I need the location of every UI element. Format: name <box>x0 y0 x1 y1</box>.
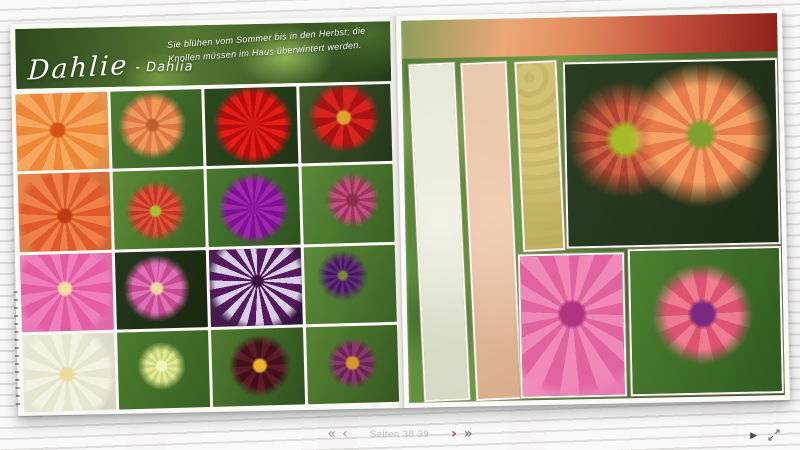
photo-peach-dahlia-garden <box>110 89 204 169</box>
nav-next-page-button[interactable]: › <box>451 427 457 441</box>
photo-grid <box>15 84 399 412</box>
nav-last-page-button[interactable]: » <box>464 427 473 441</box>
garden-background-photo <box>401 13 785 403</box>
page-indicator: Seiten 38 39 <box>370 429 429 440</box>
photo-red-pompom-dahlia <box>112 169 206 249</box>
strip-peach-flower <box>460 61 522 401</box>
photo-pink-pointed-dahlia <box>114 250 208 330</box>
book-title: Dahlie <box>27 50 129 87</box>
photo-pink-dahlia-bud-purple-center <box>630 248 782 394</box>
nav-previous-page-button[interactable]: ‹ <box>342 427 348 441</box>
page-navigation: « ‹ Seiten 38 39 › » <box>0 426 800 442</box>
photo-dark-purple-white-tip-dahlia <box>209 247 303 327</box>
photo-two-orange-dahlias <box>565 60 779 246</box>
photo-purple-cactus-dahlia <box>207 167 301 247</box>
photo-orange-red-dahlia-closeup <box>18 172 112 252</box>
photo-pink-dahlia-bud <box>628 246 784 396</box>
nav-first-page-button[interactable]: « <box>328 427 337 441</box>
photo-pink-dahlia-macro <box>520 254 625 396</box>
photobook-spread: Dahlie- Dahlia Sie blühen vom Sommer bis… <box>10 8 790 416</box>
photo-maroon-collarette-dahlia <box>211 327 305 407</box>
photo-yellow-green-dahlia-bud <box>117 330 211 410</box>
viewer-controls: ▶ <box>750 429 780 441</box>
photo-red-star-dahlia <box>299 84 393 164</box>
photo-two-orange-dahlias <box>563 58 781 248</box>
strip-yellow-pompom <box>514 60 565 252</box>
photo-purple-gold-opening-bud <box>305 325 399 405</box>
photo-purple-dahlia-bud <box>303 244 397 324</box>
play-slideshow-button[interactable]: ▶ <box>750 429 757 441</box>
page-edge-texture <box>14 291 20 406</box>
page-header: Dahlie- Dahlia Sie blühen vom Sommer bis… <box>15 21 391 89</box>
photo-pink-red-dahlia-bud <box>301 164 395 244</box>
photo-pink-dahlia-closeup <box>20 252 114 332</box>
photo-white-dahlia-closeup <box>22 332 116 412</box>
left-page[interactable]: Dahlie- Dahlia Sie blühen vom Sommer bis… <box>10 16 404 416</box>
intro-text: Sie blühen vom Sommer bis in den Herbst;… <box>167 24 367 67</box>
strip-white-flower <box>408 62 470 402</box>
banner-orange-red-flowers <box>401 13 778 59</box>
right-page[interactable] <box>396 8 790 408</box>
fullscreen-icon[interactable] <box>768 429 780 441</box>
photo-red-cactus-dahlia <box>204 87 298 167</box>
photo-orange-dahlia-closeup <box>15 92 109 172</box>
photo-pink-dahlia-macro <box>518 252 627 398</box>
